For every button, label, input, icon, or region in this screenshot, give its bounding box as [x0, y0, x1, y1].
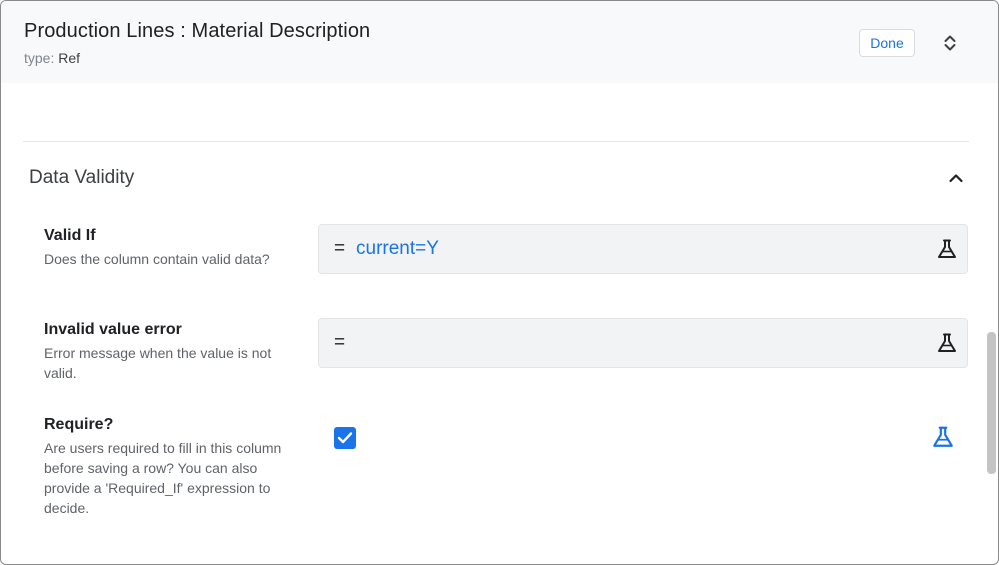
check-icon [337, 432, 353, 444]
column-editor-dialog: Production Lines : Material Description … [0, 0, 999, 565]
valid-if-description: Does the column contain valid data? [44, 251, 270, 267]
section-divider [23, 141, 969, 142]
equals-sign: = [334, 332, 346, 353]
done-button[interactable]: Done [859, 29, 915, 57]
require-checkbox[interactable] [334, 427, 356, 449]
require-label: Require? [44, 416, 114, 433]
page-title: Production Lines : Material Description [24, 20, 371, 42]
flask-icon[interactable] [931, 425, 955, 449]
invalid-value-error-expression-field[interactable]: = [318, 318, 968, 368]
flask-icon[interactable] [936, 332, 958, 354]
valid-if-label: Valid If [44, 227, 96, 244]
valid-if-expression-value: current=Y [356, 238, 439, 259]
unfold-more-icon[interactable] [941, 33, 959, 53]
equals-sign: = [334, 238, 346, 259]
type-key: type: [24, 50, 55, 66]
invalid-value-error-label: Invalid value error [44, 321, 182, 338]
column-type: type: Ref [24, 50, 80, 66]
type-value: Ref [58, 50, 81, 66]
flask-icon[interactable] [936, 238, 958, 260]
dialog-header: Production Lines : Material Description … [1, 1, 998, 83]
require-description: Are users required to fill in this colum… [44, 440, 282, 516]
valid-if-expression-field[interactable]: = current=Y [318, 224, 968, 274]
chevron-up-icon[interactable] [947, 170, 965, 186]
section-title[interactable]: Data Validity [29, 167, 134, 189]
scrollbar-thumb[interactable] [987, 332, 996, 474]
invalid-value-error-description: Error message when the value is not vali… [44, 345, 272, 381]
